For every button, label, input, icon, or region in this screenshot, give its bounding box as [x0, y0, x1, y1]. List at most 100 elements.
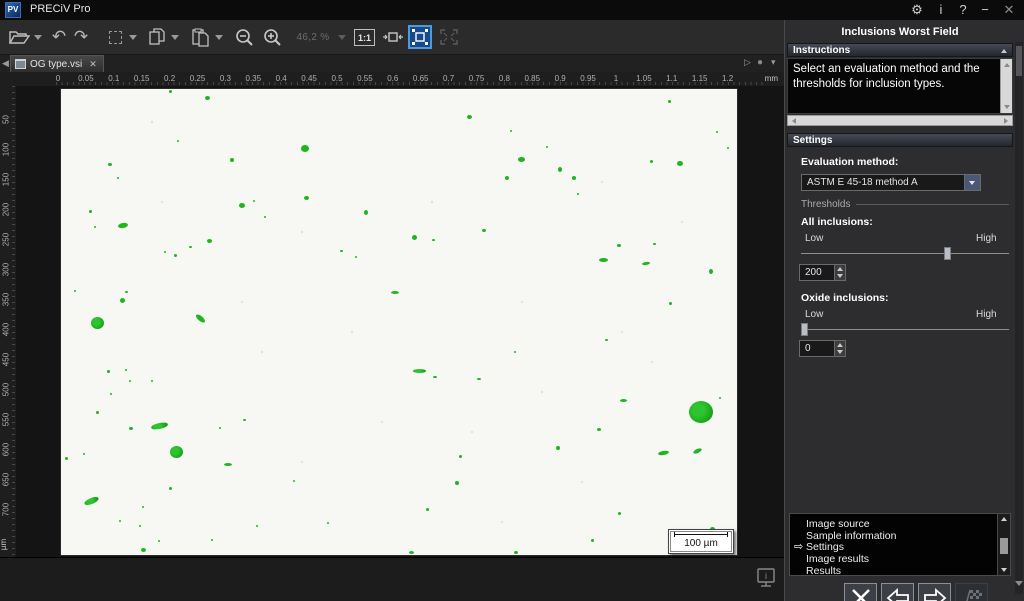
inclusion-spot — [577, 193, 579, 195]
ruler-v-label: 300 — [1, 262, 11, 277]
next-button[interactable] — [918, 583, 951, 601]
step-item-settings[interactable]: ⇨ Settings — [794, 541, 844, 553]
oxide-inclusions-slider[interactable] — [801, 323, 1009, 336]
evaluation-method-select[interactable]: ASTM E 45-18 method A — [801, 174, 981, 191]
oxide-inclusions-low-label: Low — [805, 309, 824, 320]
title-bar: PV PRECiV Pro ⚙ i ? − ✕ — [0, 0, 1024, 20]
monitor-info-icon[interactable]: i — [755, 567, 777, 596]
inclusion-spot — [168, 486, 172, 490]
inclusion-spot — [164, 251, 166, 253]
select-button[interactable] — [104, 24, 126, 50]
inclusion-spot — [194, 312, 206, 324]
panel-scrollbar[interactable] — [1015, 42, 1023, 594]
paste-dropdown-chevron[interactable] — [213, 24, 225, 50]
inclusion-spot — [408, 550, 414, 554]
cancel-button[interactable] — [844, 583, 877, 601]
tab-strip: ◀ OG type.vsi ✕ ▷ ● ▾ — [0, 55, 784, 72]
current-step-arrow-icon: ⇨ — [794, 541, 804, 554]
inclusion-spot — [139, 525, 141, 527]
faint-speck — [351, 331, 353, 333]
all-inclusions-spinner[interactable] — [834, 265, 845, 280]
fullscreen-button[interactable] — [438, 24, 460, 50]
inclusion-spot — [151, 380, 153, 382]
all-inclusions-label: All inclusions: — [801, 216, 873, 228]
minimize-icon[interactable]: − — [976, 1, 994, 19]
oxide-inclusions-value: 0 — [805, 343, 811, 354]
step-item-results[interactable]: Results — [806, 565, 841, 575]
inclusion-spot — [117, 221, 129, 229]
oxide-inclusions-input[interactable]: 0 — [799, 340, 846, 357]
tab-og-type[interactable]: OG type.vsi ✕ — [10, 55, 104, 72]
oxide-inclusions-high-label: High — [976, 309, 997, 320]
oxide-inclusions-spinner[interactable] — [834, 341, 845, 356]
select-dropdown-chevron[interactable] — [127, 24, 139, 50]
pane-next-icon[interactable]: ▷ — [744, 57, 751, 68]
zoom-out-button[interactable] — [232, 24, 256, 50]
faint-speck — [151, 121, 153, 123]
redo-button[interactable]: ↷ — [70, 24, 92, 50]
all-inclusions-input[interactable]: 200 — [799, 264, 846, 281]
svg-text:i: i — [765, 571, 767, 581]
fit-window-button[interactable] — [408, 25, 432, 49]
copy-button[interactable] — [146, 24, 168, 50]
collapse-arrow-icon[interactable] — [1001, 49, 1007, 53]
ruler-h-label: 0.05 — [78, 74, 94, 83]
instructions-vscrollbar[interactable] — [1000, 59, 1012, 113]
steps-scrollbar[interactable] — [997, 514, 1010, 575]
instructions-header[interactable]: Instructions — [787, 43, 1013, 57]
tab-close-icon[interactable]: ✕ — [89, 59, 97, 70]
ruler-v-label: 600 — [1, 442, 11, 457]
open-dropdown-chevron[interactable] — [32, 24, 44, 50]
inclusion-spot — [597, 427, 601, 431]
step-item-sample-information[interactable]: Sample information — [806, 530, 896, 542]
paste-button[interactable] — [188, 24, 212, 50]
ruler-v-label: 400 — [1, 322, 11, 337]
slider-track — [801, 253, 1009, 254]
help-icon[interactable]: ? — [954, 1, 972, 19]
tab-label: OG type.vsi — [30, 58, 83, 70]
one-to-one-button[interactable]: 1:1 — [354, 29, 375, 46]
finish-button[interactable] — [955, 583, 988, 601]
oxide-inclusions-slider-thumb[interactable] — [801, 323, 808, 336]
zoom-in-button[interactable] — [260, 24, 284, 50]
instructions-text: Select an evaluation method and the thre… — [793, 63, 980, 90]
info-icon[interactable]: i — [932, 1, 950, 19]
all-inclusions-slider-thumb[interactable] — [944, 247, 951, 260]
inclusion-spot — [339, 250, 343, 252]
tab-list-chevron[interactable]: ▾ — [771, 57, 776, 68]
specimen-image[interactable] — [60, 88, 738, 556]
settings-header[interactable]: Settings — [787, 133, 1013, 147]
evaluation-method-dropdown-button[interactable] — [964, 175, 980, 190]
zoom-level-dropdown[interactable]: 46,2 % — [292, 24, 334, 50]
instructions-hscrollbar[interactable] — [787, 115, 1013, 126]
step-item-image-results[interactable]: Image results — [806, 553, 869, 565]
inclusion-spot — [719, 397, 721, 399]
step-item-image-source[interactable]: Image source — [806, 518, 870, 530]
inclusion-spot — [709, 268, 713, 274]
inclusion-spot — [556, 446, 560, 450]
faint-speck — [241, 301, 243, 303]
open-button[interactable] — [6, 24, 32, 50]
inclusion-spot — [253, 200, 255, 202]
all-inclusions-slider[interactable] — [801, 247, 1009, 260]
copy-dropdown-chevron[interactable] — [169, 24, 181, 50]
tab-scroll-left-icon[interactable]: ◀ — [2, 58, 9, 69]
inclusion-spot — [598, 258, 608, 262]
faint-speck — [431, 201, 433, 203]
close-icon[interactable]: ✕ — [1000, 1, 1018, 19]
inclusion-spot — [90, 317, 104, 329]
back-button[interactable] — [881, 583, 914, 601]
zoom-level-chevron[interactable] — [336, 24, 348, 50]
undo-button[interactable]: ↶ — [48, 24, 70, 50]
fit-width-button[interactable] — [382, 24, 404, 50]
inclusion-spot — [455, 481, 459, 485]
inclusion-spot — [391, 290, 399, 294]
inclusion-spot — [169, 446, 183, 458]
inclusion-spot — [110, 393, 112, 395]
inclusion-spot — [431, 239, 435, 241]
gear-icon[interactable]: ⚙ — [908, 1, 926, 19]
ruler-v-label: 450 — [1, 352, 11, 367]
panel-scroll-down-icon[interactable] — [1015, 581, 1023, 586]
navigator-icon[interactable]: ● — [757, 57, 763, 68]
inclusion-spot — [641, 260, 651, 266]
